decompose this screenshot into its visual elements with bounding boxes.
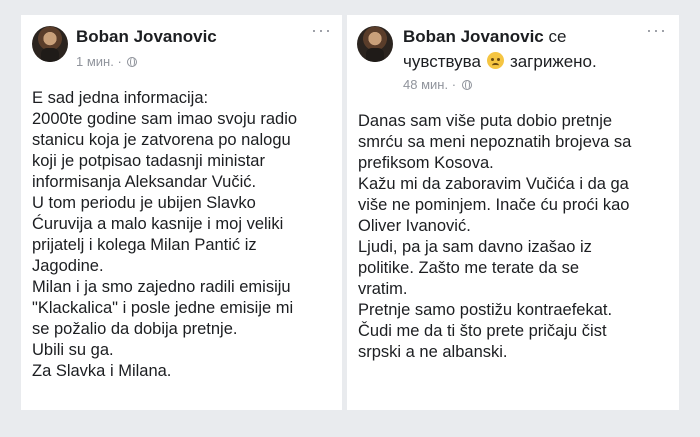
text-line: Ljudi, pa ja sam davno izašao iz: [358, 238, 592, 256]
text-line: Danas sam više puta dobio pretnje: [358, 112, 613, 130]
post-card-right: Boban Jovanovic се чувствува загрижено. 4…: [347, 15, 679, 410]
meta-separator: ·: [451, 77, 457, 92]
text-line: U tom periodu je ubijen Slavko: [32, 194, 256, 212]
text-line: Milan i ja smo zajedno radili emisiju: [32, 278, 291, 296]
author-name[interactable]: Boban Jovanovic: [76, 27, 217, 47]
timestamp[interactable]: 1 мин.: [76, 54, 114, 69]
author-header: Boban Jovanovic се: [403, 27, 566, 47]
text-line: srpski a ne albanski.: [358, 343, 508, 361]
feeling-verb: чувствува: [403, 52, 481, 71]
text-line: 2000te godine sam imao svoju radio: [32, 110, 298, 128]
text-line: Jagodine.: [32, 257, 104, 275]
meta-separator: ·: [117, 54, 122, 69]
text-line: Ubili su ga.: [32, 341, 114, 359]
text-line: Pretnje samo postižu kontraefekat.: [358, 301, 613, 319]
globe-icon[interactable]: [127, 57, 138, 67]
post-text: Danas sam više puta dobio pretnje smrću …: [358, 111, 676, 363]
text-line: informisanja Aleksandar Vučić.: [32, 173, 257, 191]
text-line: "Klackalica" i posle jedne emisije mi: [32, 299, 294, 317]
post-meta: 1 мин. ·: [76, 54, 138, 69]
post-meta: 48 мин. ·: [403, 77, 472, 92]
text-line: E sad jedna informacija:: [32, 89, 209, 107]
post-card-left: Boban Jovanovic 1 мин. · ··· E sad jedna…: [21, 15, 342, 410]
text-line: Ćuruvija a malo kasnije i moj veliki: [32, 215, 284, 233]
worried-face-icon: [486, 52, 504, 69]
text-line: Čudi me da ti što prete pričaju čist: [358, 322, 607, 340]
text-line: se požalio da dobija pretnje.: [32, 320, 238, 338]
avatar[interactable]: [32, 26, 68, 62]
text-line: Za Slavka i Milana.: [32, 362, 172, 380]
text-line: prijatelj i kolega Milan Pantić iz: [32, 236, 257, 254]
feeling-word[interactable]: загрижено.: [510, 52, 597, 71]
text-line: Oliver Ivanović.: [358, 217, 471, 235]
feeling-line: чувствува загрижено.: [403, 52, 597, 72]
avatar[interactable]: [357, 26, 393, 62]
author-name[interactable]: Boban Jovanovic: [403, 27, 544, 46]
more-options-icon[interactable]: ···: [311, 21, 332, 39]
text-line: Kažu mi da zaboravim Vučića i da ga: [358, 175, 629, 193]
text-line: politike. Zašto me terate da se: [358, 259, 580, 277]
timestamp[interactable]: 48 мин.: [403, 77, 448, 92]
feeling-prefix: се: [548, 27, 567, 46]
more-options-icon[interactable]: ···: [646, 21, 667, 39]
text-line: vratim.: [358, 280, 408, 298]
text-line: prefiksom Kosova.: [358, 154, 494, 172]
globe-icon[interactable]: [461, 80, 472, 90]
text-line: smrću sa meni nepoznatih brojeva sa: [358, 133, 632, 151]
text-line: koji je potpisao tadasnji ministar: [32, 152, 265, 170]
post-text: E sad jedna informacija: 2000te godine s…: [32, 88, 337, 382]
text-line: stanicu koja je zatvorena po nalogu: [32, 131, 291, 149]
text-line: više ne pominjem. Inače ću proći kao: [358, 196, 630, 214]
